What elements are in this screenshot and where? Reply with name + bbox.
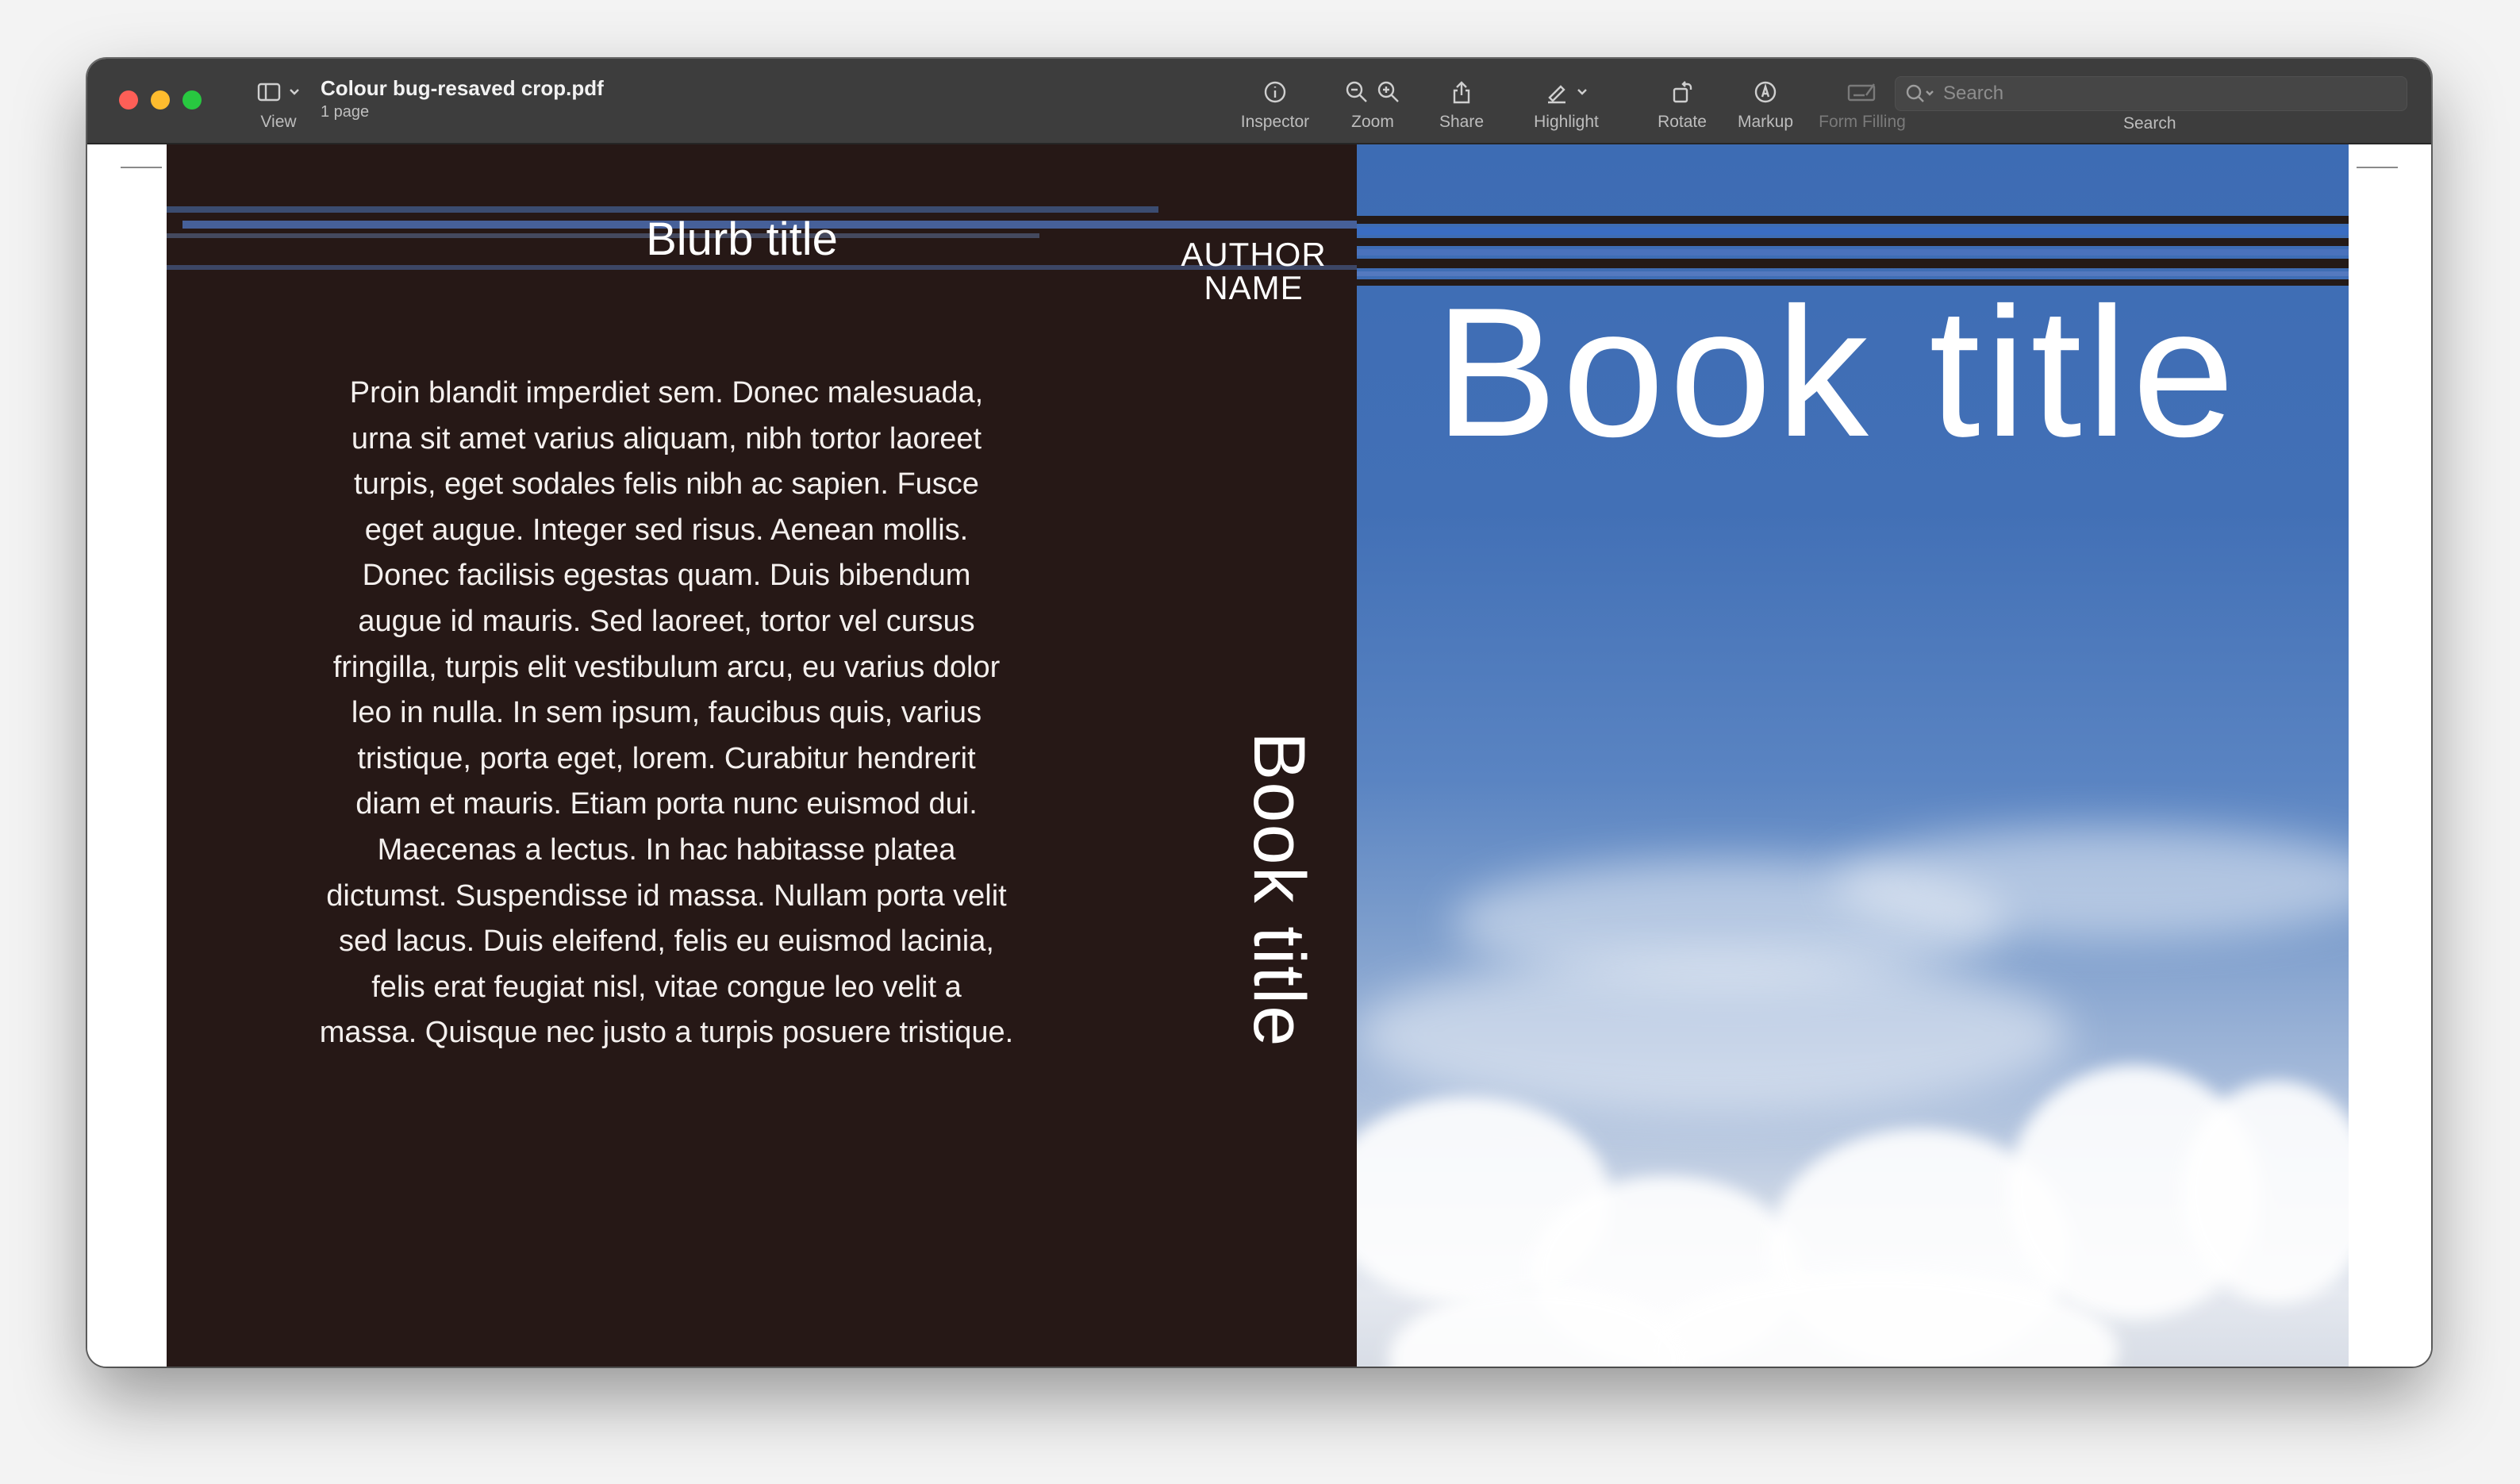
maximize-window-button[interactable]	[182, 90, 202, 110]
blurb-line: urna sit amet varius aliquam, nibh torto…	[351, 421, 982, 456]
blurb-line: fringilla, turpis elit vestibulum arcu, …	[332, 650, 1001, 684]
zoom-control[interactable]: Zoom	[1325, 76, 1420, 132]
blurb-line: diam et mauris. Etiam porta nunc euismod…	[355, 787, 978, 821]
rotate-icon	[1673, 81, 1692, 103]
close-window-button[interactable]	[119, 90, 138, 110]
zoom-label: Zoom	[1351, 113, 1394, 131]
document-view[interactable]: Blurb title AUTHOR NAME Proin blandit im…	[87, 144, 2431, 1367]
blurb-text: Proin blandit imperdiet sem. Donec males…	[309, 371, 1024, 1056]
blurb-line: leo in nulla. In sem ipsum, faucibus qui…	[351, 696, 982, 730]
blurb-line: felis erat feugiat nisl, vitae congue le…	[371, 970, 962, 1004]
share-label: Share	[1439, 113, 1485, 131]
blurb-title: Blurb title	[646, 213, 838, 265]
toolbar: View Colour bug-resaved crop.pdf 1 page …	[87, 59, 2431, 144]
highlighter-icon	[1548, 85, 1565, 104]
sidebar-icon	[257, 83, 281, 102]
page-crop-mark	[121, 167, 162, 168]
zoom-in-icon[interactable]	[1377, 80, 1400, 104]
inspector-label: Inspector	[1240, 113, 1310, 131]
rotate-button[interactable]: Rotate	[1642, 76, 1722, 132]
search-input[interactable]	[1942, 82, 2373, 106]
spine-author-name: AUTHOR NAME	[1174, 238, 1333, 305]
author-line-2: NAME	[1204, 269, 1304, 306]
blurb-line: turpis, eget sodales felis nibh ac sapie…	[354, 467, 979, 502]
markup-button[interactable]: Markup	[1722, 76, 1809, 132]
blurb-line: Donec facilisis egestas quam. Duis biben…	[362, 559, 971, 593]
author-line-1: AUTHOR	[1181, 236, 1327, 273]
blurb-line: augue id mauris. Sed laoreet, tortor vel…	[358, 604, 975, 638]
form-filling-icon	[1847, 83, 1876, 102]
chevron-down-icon[interactable]	[1577, 88, 1588, 96]
search-label: Search	[2123, 114, 2176, 133]
preview-window: View Colour bug-resaved crop.pdf 1 page …	[87, 59, 2431, 1367]
highlight-button[interactable]: Highlight	[1511, 76, 1622, 132]
document-page-count: 1 page	[321, 103, 370, 121]
document-title: Colour bug-resaved crop.pdf	[321, 76, 604, 100]
pdf-page: Blurb title AUTHOR NAME Proin blandit im…	[167, 144, 2349, 1367]
spine-book-title: Book title	[1239, 732, 1320, 1048]
share-button[interactable]: Share	[1422, 76, 1501, 132]
chevron-down-icon	[290, 89, 299, 95]
blurb-line: dictumst. Suspendisse id massa. Nullam p…	[326, 878, 1007, 913]
inspector-button[interactable]: Inspector	[1224, 76, 1327, 132]
view-label: View	[260, 113, 297, 131]
markup-pen-icon	[1754, 81, 1777, 103]
search-icon	[1906, 84, 1934, 102]
search-field[interactable]	[1895, 76, 2407, 111]
zoom-out-icon[interactable]	[1345, 80, 1369, 104]
blurb-line: Proin blandit imperdiet sem. Donec males…	[349, 376, 984, 409]
blurb-line: sed lacus. Duis eleifend, felis eu euism…	[339, 925, 994, 959]
front-book-title: Book title	[1435, 270, 2240, 475]
blurb-line: tristique, porta eget, lorem. Curabitur …	[357, 741, 976, 775]
rotate-label: Rotate	[1658, 113, 1707, 131]
blurb-line: massa. Quisque nec justo a turpis posuer…	[319, 1016, 1014, 1050]
form-filling-label: Form Filling	[1819, 113, 1906, 131]
info-icon	[1264, 81, 1286, 103]
blurb-line: Maecenas a lectus. In hac habitasse plat…	[377, 832, 956, 867]
page-crop-mark	[2357, 167, 2398, 168]
minimize-window-button[interactable]	[151, 90, 170, 110]
blurb-line: eget augue. Integer sed risus. Aenean mo…	[364, 513, 969, 547]
share-icon	[1453, 81, 1470, 104]
highlight-label: Highlight	[1534, 113, 1599, 131]
markup-label: Markup	[1737, 113, 1794, 131]
view-button[interactable]: View	[243, 76, 314, 132]
